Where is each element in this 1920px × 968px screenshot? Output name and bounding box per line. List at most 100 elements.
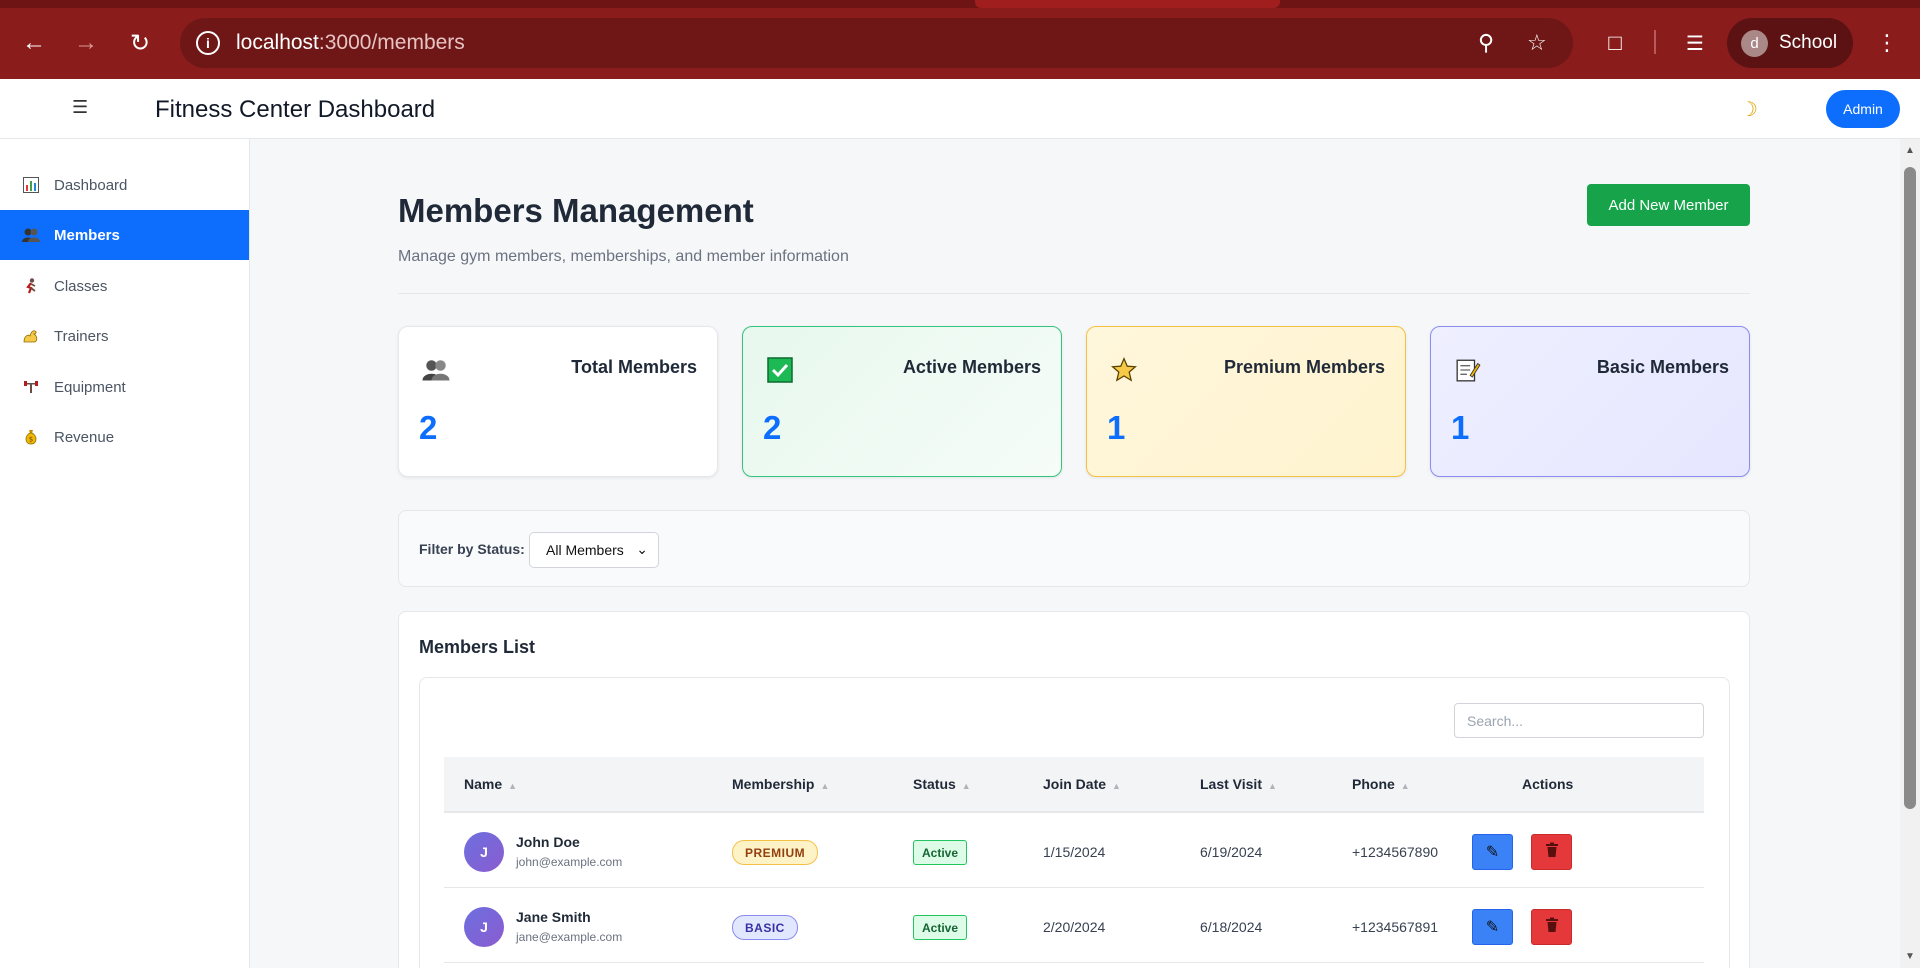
members-list-title: Members List xyxy=(419,637,536,657)
url-path: :3000/members xyxy=(318,31,465,54)
memo-icon xyxy=(1453,355,1483,385)
sidebar-item-classes[interactable]: Classes xyxy=(0,261,249,311)
page-scrollbar[interactable]: ▲ ▼ xyxy=(1900,139,1920,968)
sidebar-item-label: Members xyxy=(54,226,120,244)
zoom-icon[interactable]: ⚲ xyxy=(1478,30,1494,56)
profile-button[interactable]: d School xyxy=(1727,18,1853,68)
forward-arrow-icon[interactable]: → xyxy=(70,27,102,59)
trash-icon xyxy=(1545,842,1559,863)
stat-value: 2 xyxy=(419,409,438,446)
scroll-up-icon[interactable]: ▲ xyxy=(1905,145,1915,156)
sidebar-item-members[interactable]: Members xyxy=(0,210,249,260)
delete-button[interactable] xyxy=(1531,834,1572,870)
extensions-icon[interactable]: □ xyxy=(1599,27,1631,59)
address-bar[interactable]: i localhost:3000/members ⚲ ☆ xyxy=(180,18,1573,68)
join-date: 1/15/2024 xyxy=(1043,844,1106,860)
column-label: Membership xyxy=(732,776,815,792)
stat-value: 1 xyxy=(1451,409,1470,446)
delete-button[interactable] xyxy=(1531,909,1572,945)
member-name: John Doe xyxy=(516,834,580,850)
table-row: J John Doe john@example.com PREMIUM Acti… xyxy=(444,814,1704,888)
page-title: Members Management xyxy=(398,192,754,229)
scroll-down-icon[interactable]: ▼ xyxy=(1905,951,1915,962)
hamburger-menu-icon[interactable]: ☰ xyxy=(72,97,88,118)
edit-button[interactable]: ✎ xyxy=(1472,909,1513,945)
member-email: jane@example.com xyxy=(516,930,623,944)
phone: +1234567891 xyxy=(1352,919,1439,935)
runner-icon xyxy=(22,277,40,295)
dark-mode-toggle-icon[interactable]: ☽ xyxy=(1740,97,1758,122)
column-header-membership[interactable]: Membership ▲ xyxy=(732,776,829,792)
browser-chrome: ← → ↻ i localhost:3000/members ⚲ ☆ □ ☰ d… xyxy=(0,0,1920,79)
stat-value: 2 xyxy=(763,409,782,446)
bookmark-star-icon[interactable]: ☆ xyxy=(1527,30,1547,56)
site-info-icon[interactable]: i xyxy=(196,31,220,55)
scrollbar-thumb[interactable] xyxy=(1904,167,1916,809)
column-label: Last Visit xyxy=(1200,776,1262,792)
last-visit: 6/18/2024 xyxy=(1200,919,1263,935)
sort-icon: ▲ xyxy=(508,781,518,791)
reload-icon[interactable]: ↻ xyxy=(124,27,156,59)
sort-icon: ▲ xyxy=(820,781,830,791)
column-label: Name xyxy=(464,776,503,792)
svg-text:$: $ xyxy=(29,436,33,444)
sidebar-item-equipment[interactable]: Equipment xyxy=(0,362,249,412)
avatar: J xyxy=(464,832,504,872)
check-box-icon xyxy=(765,355,795,385)
column-label: Join Date xyxy=(1043,776,1107,792)
status-filter-select[interactable]: All Members ⌄ xyxy=(529,532,659,568)
stat-card-active-members: Active Members 2 xyxy=(742,326,1062,477)
stat-label: Basic Members xyxy=(1596,357,1729,377)
last-visit: 6/19/2024 xyxy=(1200,844,1263,860)
membership-badge: PREMIUM xyxy=(732,840,819,865)
column-label: Phone xyxy=(1352,776,1395,792)
stat-value: 1 xyxy=(1107,409,1126,446)
dumbbell-icon xyxy=(22,378,40,396)
url-text[interactable]: localhost:3000/members xyxy=(236,31,465,55)
members-table-container: Search... Name ▲ Membership ▲ Status ▲ Join… xyxy=(419,677,1730,968)
column-label: Actions xyxy=(1522,776,1574,792)
member-email: john@example.com xyxy=(516,855,623,869)
stat-label: Active Members xyxy=(902,357,1041,377)
active-tab[interactable] xyxy=(975,0,1280,8)
edit-button[interactable]: ✎ xyxy=(1472,834,1513,870)
phone: +1234567890 xyxy=(1352,844,1439,860)
member-name: Jane Smith xyxy=(516,909,591,925)
add-new-member-button[interactable]: Add New Member xyxy=(1587,184,1750,226)
column-header-join-date[interactable]: Join Date ▲ xyxy=(1043,776,1121,792)
app-header: ☰ Fitness Center Dashboard ☽ Admin xyxy=(0,79,1920,139)
stat-card-total-members: Total Members 2 xyxy=(398,326,718,477)
admin-button[interactable]: Admin xyxy=(1826,90,1900,128)
tab-strip xyxy=(0,0,1920,8)
chart-icon xyxy=(22,176,40,194)
column-header-last-visit[interactable]: Last Visit ▲ xyxy=(1200,776,1277,792)
column-header-status[interactable]: Status ▲ xyxy=(913,776,971,792)
browser-menu-icon[interactable]: ⋮ xyxy=(1871,27,1903,59)
sidebar-item-revenue[interactable]: $ Revenue xyxy=(0,412,249,462)
members-icon xyxy=(22,226,40,244)
sidebar-item-label: Revenue xyxy=(54,428,115,446)
sort-icon: ▲ xyxy=(1112,781,1121,791)
sidebar-item-trainers[interactable]: Trainers xyxy=(0,311,249,361)
status-badge: Active xyxy=(913,915,968,940)
members-list-card: Members List Search... Name ▲ Membership ▲… xyxy=(398,611,1750,968)
stat-card-premium-members: Premium Members 1 xyxy=(1086,326,1406,477)
divider xyxy=(398,293,1750,294)
chevron-down-icon: ⌄ xyxy=(636,541,648,557)
profile-name: School xyxy=(1779,32,1838,53)
search-input[interactable]: Search... xyxy=(1454,703,1704,738)
column-header-name[interactable]: Name ▲ xyxy=(464,776,517,792)
sort-icon: ▲ xyxy=(961,781,971,791)
stat-label: Premium Members xyxy=(1223,357,1385,377)
sort-icon: ▲ xyxy=(1268,781,1277,791)
media-control-icon[interactable]: ☰ xyxy=(1679,27,1711,59)
sidebar-item-label: Classes xyxy=(54,277,108,295)
back-arrow-icon[interactable]: ← xyxy=(18,27,50,59)
column-header-phone[interactable]: Phone ▲ xyxy=(1352,776,1410,792)
sidebar-item-label: Equipment xyxy=(54,378,126,396)
sidebar: Dashboard Members Classes Trainers Equip… xyxy=(0,139,250,968)
sidebar-item-dashboard[interactable]: Dashboard xyxy=(0,160,249,210)
stat-card-basic-members: Basic Members 1 xyxy=(1430,326,1750,477)
column-label: Status xyxy=(913,776,956,792)
sidebar-item-label: Trainers xyxy=(54,327,109,345)
